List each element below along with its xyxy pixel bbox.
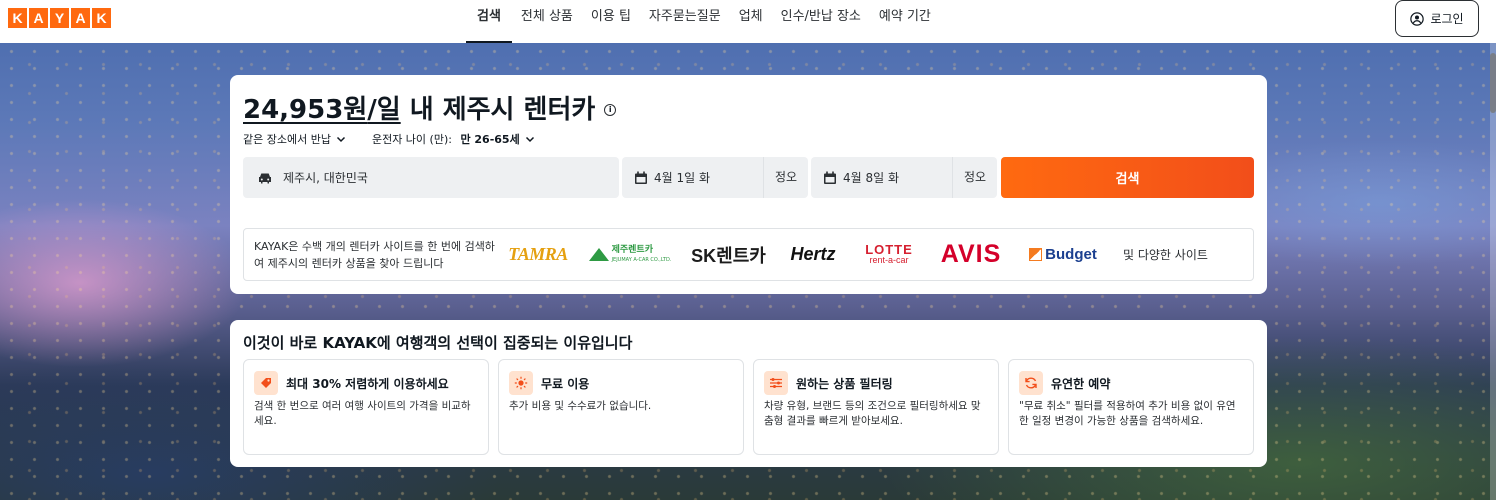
search-button[interactable]: 검색 bbox=[1001, 157, 1254, 198]
calendar-icon bbox=[635, 171, 647, 184]
nav-tab-all-products[interactable]: 전체 상품 bbox=[512, 0, 582, 43]
chevron-down-icon bbox=[525, 136, 534, 143]
avis-logo: AVIS bbox=[940, 240, 1002, 268]
dropoff-date-field[interactable]: 4월 8일 화 정오 bbox=[811, 157, 997, 198]
feature-description: 차량 유형, 브랜드 등의 조건으로 필터링하세요 맞춤형 결과를 빠르게 받아… bbox=[764, 400, 981, 427]
logo-letter: A bbox=[29, 8, 48, 28]
tamra-logo: TAMRA bbox=[508, 244, 568, 264]
chevron-down-icon bbox=[336, 136, 345, 143]
dropoff-time-select[interactable]: 정오 bbox=[952, 157, 997, 198]
budget-logo: Budget bbox=[1023, 240, 1103, 270]
calendar-icon bbox=[824, 171, 836, 184]
login-label: 로그인 bbox=[1430, 12, 1464, 26]
top-navigation-bar: K A Y A K 검색 전체 상품 이용 팁 자주묻는질문 업체 인수/반납 … bbox=[0, 0, 1496, 43]
page-title: 24,953원/일 내 제주시 렌터카 i bbox=[243, 89, 617, 126]
main-nav: 검색 전체 상품 이용 팁 자주묻는질문 업체 인수/반납 장소 예약 기간 bbox=[466, 0, 940, 43]
page-scrollbar[interactable] bbox=[1490, 43, 1496, 500]
refresh-icon bbox=[1019, 371, 1043, 395]
nav-tab-locations[interactable]: 인수/반납 장소 bbox=[772, 0, 870, 43]
why-title: 이것이 바로 KAYAK에 여행객의 선택이 집중되는 이유입니다 bbox=[243, 334, 633, 352]
feature-title: 무료 이용 bbox=[541, 376, 590, 391]
nav-tab-duration[interactable]: 예약 기간 bbox=[870, 0, 940, 43]
nav-tab-search[interactable]: 검색 bbox=[466, 0, 512, 43]
feature-title: 유연한 예약 bbox=[1051, 376, 1111, 391]
jeju-logo-name: 제주렌트카 bbox=[611, 244, 653, 255]
feature-card-filter: 원하는 상품 필터링 차량 유형, 브랜드 등의 조건으로 필터링하세요 맞춤형… bbox=[753, 359, 999, 455]
jeju-mark-icon bbox=[588, 248, 609, 261]
partners-description: KAYAK은 수백 개의 렌터카 사이트를 한 번에 검색하여 제주시의 렌터카… bbox=[254, 239, 495, 270]
title-text: 내 제주시 렌터카 bbox=[400, 95, 596, 125]
lotte-logo-subtext: rent-a-car bbox=[869, 254, 909, 265]
pickup-time-select[interactable]: 정오 bbox=[763, 157, 808, 198]
jeju-rentcar-logo: 제주렌트카 JEJUMAY A-CAR CO.,LTD. bbox=[586, 240, 674, 270]
price-unit: /일 bbox=[367, 95, 401, 125]
logo-letter: Y bbox=[50, 8, 69, 28]
dropoff-date-input[interactable]: 4월 8일 화 bbox=[823, 169, 952, 186]
info-icon[interactable]: i bbox=[604, 103, 617, 116]
car-icon bbox=[259, 173, 271, 183]
driver-age-label: 운전자 나이 (만): bbox=[371, 133, 456, 146]
return-option-label: 같은 장소에서 반납 bbox=[243, 133, 331, 146]
logo-letter: K bbox=[8, 8, 27, 28]
nav-tab-companies[interactable]: 업체 bbox=[730, 0, 772, 43]
feature-description: 추가 비용 및 수수료가 없습니다. bbox=[509, 400, 652, 412]
pickup-date-input[interactable]: 4월 1일 화 bbox=[634, 169, 763, 186]
feature-card-savings: 최대 30% 저렴하게 이용하세요 검색 한 번으로 여러 여행 사이트의 가격… bbox=[243, 359, 489, 455]
driver-age-dropdown[interactable]: 운전자 나이 (만): 만 26-65세 bbox=[372, 131, 535, 147]
logo-letter: A bbox=[71, 8, 90, 28]
pickup-date-field[interactable]: 4월 1일 화 정오 bbox=[622, 157, 808, 198]
jeju-logo-text: 제주렌트카 JEJUMAY A-CAR CO.,LTD. bbox=[612, 245, 672, 265]
login-button[interactable]: 로그인 bbox=[1395, 0, 1479, 37]
hertz-logo: Hertz bbox=[790, 244, 836, 264]
jeju-logo-subtext: JEJUMAY A-CAR CO.,LTD. bbox=[611, 256, 672, 263]
percent-tag-icon bbox=[254, 371, 278, 395]
nav-tab-tips[interactable]: 이용 팁 bbox=[582, 0, 640, 43]
lotte-logo-name: LOTTE bbox=[865, 241, 913, 257]
feature-title: 원하는 상품 필터링 bbox=[796, 376, 893, 391]
kayak-logo[interactable]: K A Y A K bbox=[8, 8, 111, 28]
feature-card-flexible: 유연한 예약 "무료 취소" 필터를 적용하여 추가 비용 없이 유연한 일정 … bbox=[1008, 359, 1254, 455]
return-location-dropdown[interactable]: 같은 장소에서 반납 bbox=[243, 131, 346, 147]
driver-age-value: 만 26-65세 bbox=[460, 133, 520, 146]
dropoff-date-value: 4월 8일 화 bbox=[843, 171, 900, 185]
scrollbar-thumb[interactable] bbox=[1490, 53, 1496, 113]
feature-description: 검색 한 번으로 여러 여행 사이트의 가격을 비교하세요. bbox=[254, 400, 471, 427]
pickup-date-value: 4월 1일 화 bbox=[654, 171, 711, 185]
location-value: 제주시, 대한민국 bbox=[283, 171, 368, 185]
car-search-card: 24,953원/일 내 제주시 렌터카 i 같은 장소에서 반납 운전자 나이 … bbox=[230, 75, 1267, 294]
budget-mark-icon bbox=[1029, 248, 1043, 261]
user-icon bbox=[1410, 11, 1425, 26]
feature-title: 최대 30% 저렴하게 이용하세요 bbox=[286, 376, 449, 391]
search-options: 같은 장소에서 반납 운전자 나이 (만): 만 26-65세 bbox=[243, 131, 535, 147]
more-sites-label: 및 다양한 사이트 bbox=[1123, 248, 1208, 262]
sk-rentcar-logo: SK렌트카 bbox=[691, 245, 766, 266]
feature-description: "무료 취소" 필터를 적용하여 추가 비용 없이 유연한 일정 변경이 가능한… bbox=[1019, 400, 1236, 427]
nav-tab-faq[interactable]: 자주묻는질문 bbox=[640, 0, 730, 43]
budget-logo-name: Budget bbox=[1045, 246, 1097, 263]
feature-card-free: 무료 이용 추가 비용 및 수수료가 없습니다. bbox=[498, 359, 744, 455]
daily-price-link[interactable]: 24,953원/일 bbox=[243, 89, 401, 126]
sliders-icon bbox=[764, 371, 788, 395]
sun-icon bbox=[509, 371, 533, 395]
why-kayak-section: 이것이 바로 KAYAK에 여행객의 선택이 집중되는 이유입니다 최대 30%… bbox=[230, 320, 1267, 467]
logo-letter: K bbox=[92, 8, 111, 28]
pickup-location-input[interactable]: 제주시, 대한민국 bbox=[243, 157, 619, 198]
partner-sites-strip: KAYAK은 수백 개의 렌터카 사이트를 한 번에 검색하여 제주시의 렌터카… bbox=[243, 228, 1254, 281]
lotte-rentacar-logo: LOTTE rent-a-car bbox=[857, 240, 921, 270]
price-value: 24,953원 bbox=[243, 95, 368, 125]
